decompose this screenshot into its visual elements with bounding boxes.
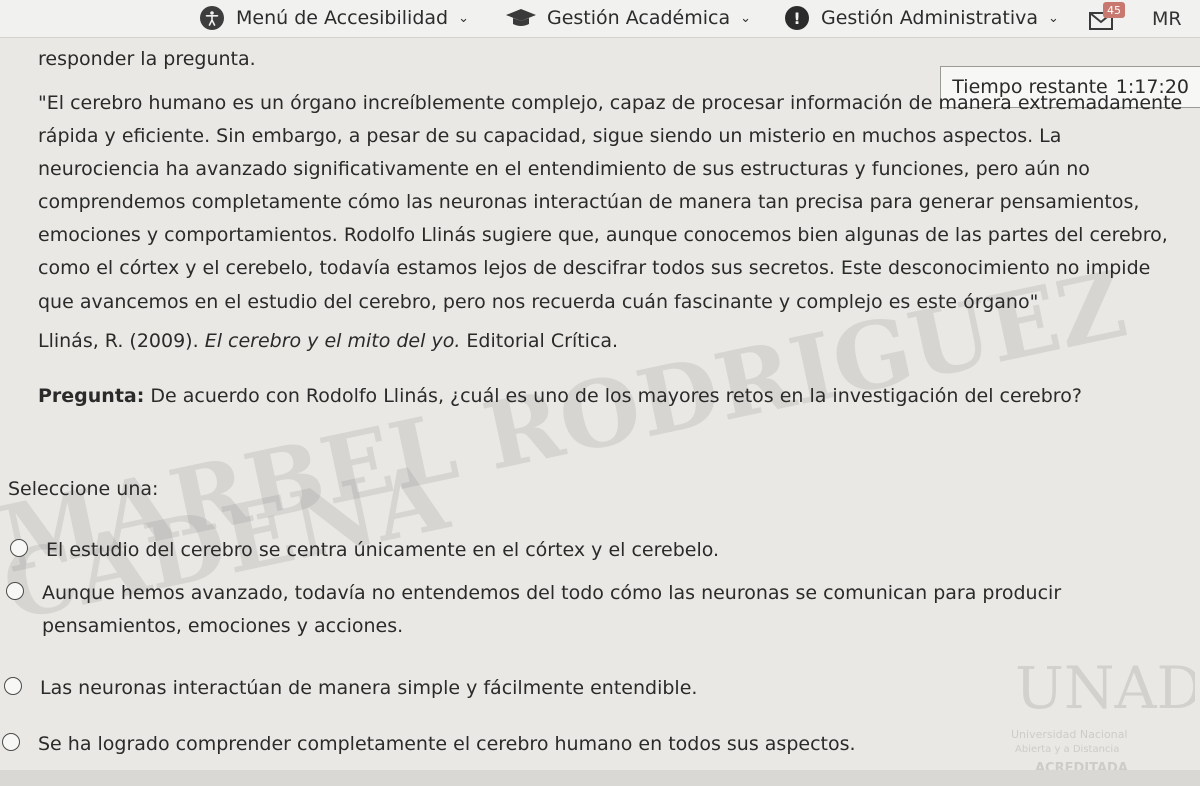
answer-option-a[interactable]: El estudio del cerebro se centra únicame… — [10, 534, 1126, 567]
chevron-down-icon: ⌄ — [458, 10, 469, 26]
unread-count-badge: 45 — [1103, 2, 1125, 18]
graduation-cap-icon — [505, 7, 537, 29]
answer-option-text: Se ha logrado comprender completamente e… — [38, 733, 856, 755]
question-label: Pregunta: — [38, 385, 145, 407]
bottom-edge — [0, 770, 1200, 786]
select-one-label: Seleccione una: — [8, 478, 159, 500]
accessibility-icon — [200, 6, 224, 30]
citation-title: El cerebro y el mito del yo. — [204, 330, 461, 352]
academic-menu[interactable]: Gestión Académica ⌄ — [505, 5, 751, 31]
academic-menu-label: Gestión Académica — [547, 7, 731, 29]
top-navigation-bar: Menú de Accesibilidad ⌄ Gestión Académic… — [0, 0, 1200, 38]
question-text: De acuerdo con Rodolfo Llinás, ¿cuál es … — [150, 385, 1082, 407]
answer-option-b[interactable]: Aunque hemos avanzado, todavía no entend… — [6, 577, 1122, 643]
alert-icon: ! — [785, 6, 809, 30]
radio-button[interactable] — [10, 539, 28, 557]
radio-button[interactable] — [4, 677, 22, 695]
reading-passage: "El cerebro humano es un órgano increíbl… — [38, 92, 1183, 313]
citation: Llinás, R. (2009). El cerebro y el mito … — [38, 330, 618, 352]
admin-menu[interactable]: ! Gestión Administrativa ⌄ — [785, 5, 1059, 31]
question-prompt: Pregunta: De acuerdo con Rodolfo Llinás,… — [38, 385, 1178, 407]
admin-menu-label: Gestión Administrativa — [821, 7, 1038, 29]
radio-button[interactable] — [6, 582, 24, 600]
answer-option-d[interactable]: Se ha logrado comprender completamente e… — [2, 728, 1118, 761]
user-avatar[interactable]: MR — [1152, 8, 1182, 30]
accessibility-menu-label: Menú de Accesibilidad — [236, 7, 449, 29]
radio-button[interactable] — [2, 733, 20, 751]
chevron-down-icon: ⌄ — [1048, 10, 1059, 26]
answer-option-c[interactable]: Las neuronas interactúan de manera simpl… — [4, 672, 1120, 705]
quiz-content: MARBEL RODRIGUEZ CADENA responder la pre… — [0, 38, 1200, 786]
accessibility-menu[interactable]: Menú de Accesibilidad ⌄ — [200, 5, 469, 31]
instructions-text: responder la pregunta. — [38, 48, 256, 70]
answer-option-text: El estudio del cerebro se centra únicame… — [46, 539, 720, 561]
chevron-down-icon: ⌄ — [740, 10, 752, 26]
answer-option-text: Aunque hemos avanzado, todavía no entend… — [42, 582, 1062, 637]
unad-logo-watermark: UNAD Universidad Nacional Abierta y a Di… — [1011, 654, 1195, 776]
citation-author: Llinás, R. (2009). — [38, 330, 199, 352]
messages-button[interactable]: 45 — [1087, 2, 1127, 34]
citation-publisher: Editorial Crítica. — [466, 330, 619, 352]
answer-option-text: Las neuronas interactúan de manera simpl… — [40, 677, 698, 699]
